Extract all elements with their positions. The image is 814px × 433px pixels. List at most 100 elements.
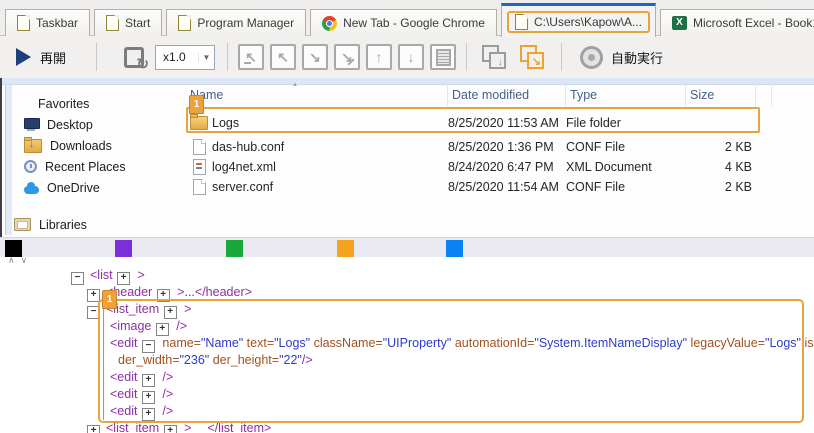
document-icon [515, 14, 528, 30]
file-row-das-hub-conf[interactable]: das-hub.conf8/25/2020 1:36 PMCONF File2 … [186, 137, 814, 157]
file-type: CONF File [566, 180, 686, 194]
zoom-select[interactable]: x1.0 ▼ [155, 45, 215, 70]
tab-program-manager[interactable]: Program Manager [166, 9, 306, 36]
tree-node-line-8[interactable]: <edit + /> [0, 403, 814, 420]
tab-start[interactable]: Start [94, 9, 162, 36]
tree-token-val: "Logs" [765, 336, 801, 350]
column-header-date-modified[interactable]: Date modified [448, 84, 566, 106]
sidebar-item-recent-places[interactable]: Recent Places [14, 156, 179, 177]
tree-node-line-1[interactable]: +<header + >...</header> [0, 284, 814, 301]
file-type: CONF File [566, 140, 686, 154]
sidebar-item-onedrive[interactable]: OneDrive [14, 177, 179, 198]
tab-microsoft-excel[interactable]: X Microsoft Excel - Book1.xlsx [660, 9, 814, 36]
arrow-up-button[interactable]: ↑ [366, 44, 392, 70]
tree-token-tag: /> [159, 370, 173, 384]
auto-run-label: 自動実行 [611, 48, 663, 67]
splitter-chevrons[interactable]: ∧∨ [8, 257, 33, 266]
tree-lines: −<list + >+<header + >...</header>−<list… [0, 267, 814, 433]
resume-button[interactable]: 再開 [16, 48, 66, 67]
reload-tree-button[interactable]: ↘ [519, 44, 545, 70]
sidebar-item-desktop[interactable]: Desktop [14, 114, 179, 135]
arrow-top-left-button[interactable]: ↖ [270, 44, 296, 70]
resume-label: 再開 [40, 48, 66, 67]
sidebar-scrollbar[interactable] [5, 85, 12, 235]
tab-google-chrome[interactable]: New Tab - Google Chrome [310, 9, 497, 36]
file-list: Logs8/25/2020 11:53 AMFile folder das-hub… [186, 113, 814, 197]
tab-file-explorer-active[interactable]: C:\Users\Kapow\A... [501, 3, 656, 37]
file-icon-cell [186, 179, 212, 195]
tree-node-line-4[interactable]: <edit − name="Name" text="Logs" classNam… [0, 335, 814, 352]
tree-token-tag: <image [110, 319, 155, 333]
tab-taskbar[interactable]: Taskbar [5, 9, 90, 36]
extract-pages-button[interactable]: ↓ [481, 44, 507, 70]
file-row-logs[interactable]: Logs8/25/2020 11:53 AMFile folder [186, 113, 814, 133]
tree-token-attr: name= [159, 336, 201, 350]
file-size: 4 KB [686, 160, 756, 174]
column-header-size[interactable]: Size [686, 84, 756, 106]
library-icon [14, 218, 31, 231]
file-icon [193, 139, 206, 155]
toolbar-separator [466, 43, 467, 71]
tab-label: Program Manager [197, 16, 294, 30]
arrow-bottom-right-button[interactable]: ↘ [302, 44, 328, 70]
play-icon [16, 48, 31, 66]
sidebar-item-favorites[interactable]: Favorites [14, 93, 179, 114]
expand-icon[interactable]: + [87, 425, 100, 433]
collapse-icon[interactable]: − [87, 306, 100, 319]
folder-icon [190, 116, 208, 130]
toolbar-separator [227, 43, 228, 71]
tree-token-tag: /> [159, 404, 173, 418]
tree-token-tag: </list_item> [207, 421, 271, 433]
sidebar-item-label: Recent Places [45, 160, 126, 174]
zoom-value: x1.0 [156, 50, 198, 64]
recent-icon [24, 160, 37, 173]
arrow-down-icon: ↓ [408, 49, 415, 65]
refresh-button[interactable] [123, 45, 147, 69]
column-header-type[interactable]: Type [566, 84, 686, 106]
tree-node-line-3[interactable]: <image + /> [0, 318, 814, 335]
chrome-icon [322, 16, 337, 31]
tree-token-tag: > [181, 302, 192, 316]
column-header-name[interactable]: Name [186, 84, 448, 106]
collapse-icon[interactable]: − [71, 272, 84, 285]
tree-token-tag: </header> [195, 285, 252, 299]
file-icon-cell [186, 116, 212, 130]
tree-token-tag: > [181, 421, 192, 433]
sidebar-item-libraries[interactable]: Libraries [14, 214, 179, 235]
file-name: das-hub.conf [212, 140, 448, 154]
sidebar-item-label: OneDrive [47, 181, 100, 195]
row-highlight-badge: 1 [189, 95, 204, 114]
tree-token-tag: <edit [110, 336, 141, 350]
tree-node-line-2[interactable]: −<list_item + > [0, 301, 814, 318]
arrow-down-icon: ↓ [498, 56, 504, 68]
tree-node-line-6[interactable]: <edit + /> [0, 369, 814, 386]
copy-page-button[interactable] [430, 44, 456, 70]
tree-node-line-9[interactable]: +<list_item + ></list_item> [0, 420, 814, 433]
tree-token-val: "22" [279, 353, 302, 367]
sidebar-item-downloads[interactable]: Downloads [14, 135, 179, 156]
arrow-top-left-icon: ↖ [245, 49, 257, 66]
arrow-out-top-left-button[interactable]: ↖ [238, 44, 264, 70]
tree-token-tag: > [174, 285, 185, 299]
file-row-log4net-xml[interactable]: log4net.xml8/24/2020 6:47 PMXML Document… [186, 157, 814, 177]
arrow-bottom-right-icon: ↘ [341, 49, 353, 66]
tree-node-line-0[interactable]: −<list + > [0, 267, 814, 284]
sidebar-item-label: Desktop [47, 118, 93, 132]
tree-node-line-5[interactable]: der_width="236" der_height="22"/> [0, 352, 814, 369]
expand-icon[interactable]: + [164, 425, 177, 433]
tree-token-plain: ... [184, 285, 194, 299]
arrow-into-bottom-right-button[interactable]: ↘ [334, 44, 360, 70]
tab-label: C:\Users\Kapow\A... [534, 15, 642, 29]
arrow-down-button[interactable]: ↓ [398, 44, 424, 70]
file-size: 2 KB [686, 180, 756, 194]
arrow-bottom-right-icon: ↘ [309, 49, 321, 66]
tree-node-line-7[interactable]: <edit + /> [0, 386, 814, 403]
file-row-server-conf[interactable]: server.conf8/25/2020 11:54 AMCONF File2 … [186, 177, 814, 197]
file-icon-cell [186, 159, 212, 175]
tab-focus-ring: C:\Users\Kapow\A... [507, 11, 650, 33]
automation-toolbar: 再開 x1.0 ▼ ↖ ↖ ↘ ↘ ↑ ↓ ↓ ↘ 自動実行 [0, 36, 814, 78]
file-name: log4net.xml [212, 160, 448, 174]
file-explorer-panel: Favorites Desktop Downloads Recent Places On… [0, 78, 814, 237]
palette-swatch-blue [446, 240, 463, 257]
auto-run-radio[interactable] [580, 46, 603, 69]
